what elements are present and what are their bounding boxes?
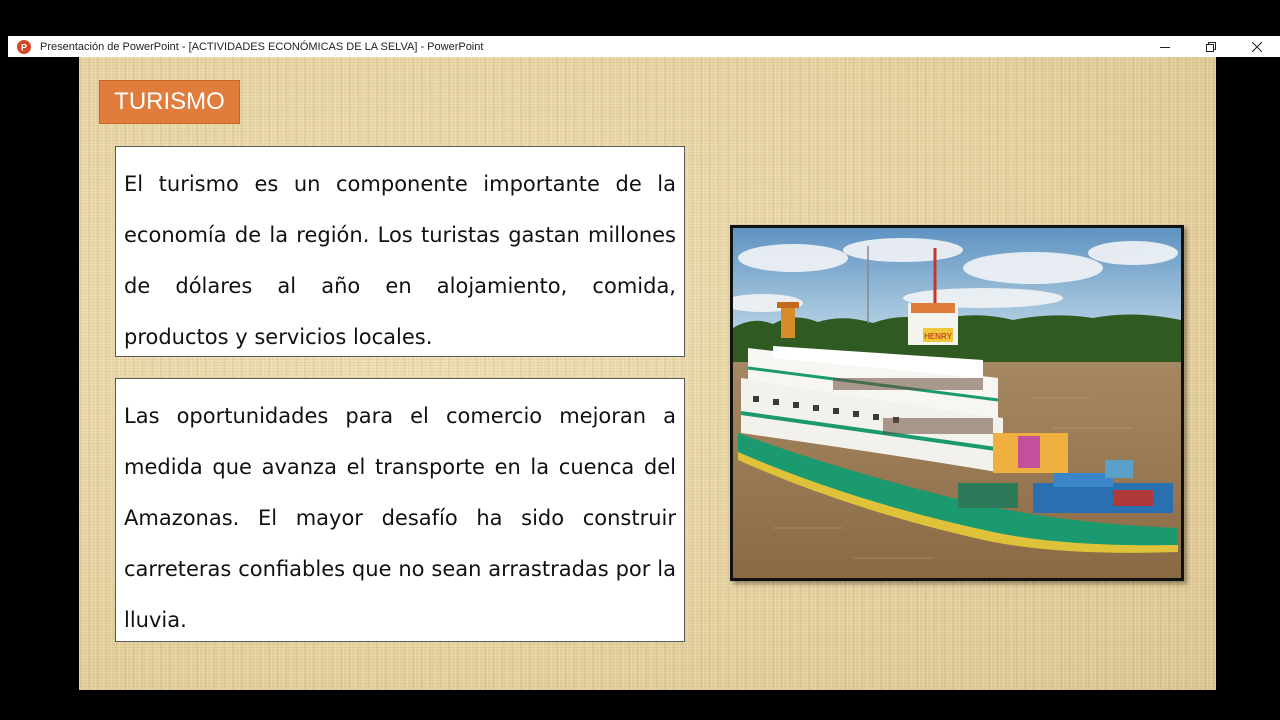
section-title-badge[interactable]: TURISMO	[99, 80, 240, 124]
restore-icon	[1206, 41, 1216, 52]
tourism-paragraph[interactable]: El turismo es un componente importante d…	[115, 146, 685, 357]
slide-canvas[interactable]: TURISMO El turismo es un componente impo…	[79, 57, 1216, 690]
window-titlebar: P Presentación de PowerPoint - [ACTIVIDA…	[8, 36, 1280, 57]
commerce-paragraph[interactable]: Las oportunidades para el comercio mejor…	[115, 378, 685, 642]
close-button[interactable]	[1234, 36, 1280, 57]
powerpoint-icon[interactable]: P	[16, 39, 32, 55]
minimize-icon	[1160, 46, 1170, 48]
boat-funnel	[781, 308, 795, 338]
window-controls	[1142, 36, 1280, 57]
restore-button[interactable]	[1188, 36, 1234, 57]
boat-funnel-top	[777, 302, 799, 308]
boat-bridge-roof	[911, 303, 955, 313]
svg-text:P: P	[21, 42, 27, 52]
cargo-billboard-panel	[1018, 436, 1040, 468]
window-title: Presentación de PowerPoint - [ACTIVIDADE…	[40, 40, 484, 53]
minimize-button[interactable]	[1142, 36, 1188, 57]
riverboat-photo[interactable]: HENRY	[730, 225, 1184, 581]
close-icon	[1252, 41, 1262, 52]
deck-cabin	[1105, 460, 1133, 478]
boat-name-text: HENRY	[924, 332, 953, 341]
